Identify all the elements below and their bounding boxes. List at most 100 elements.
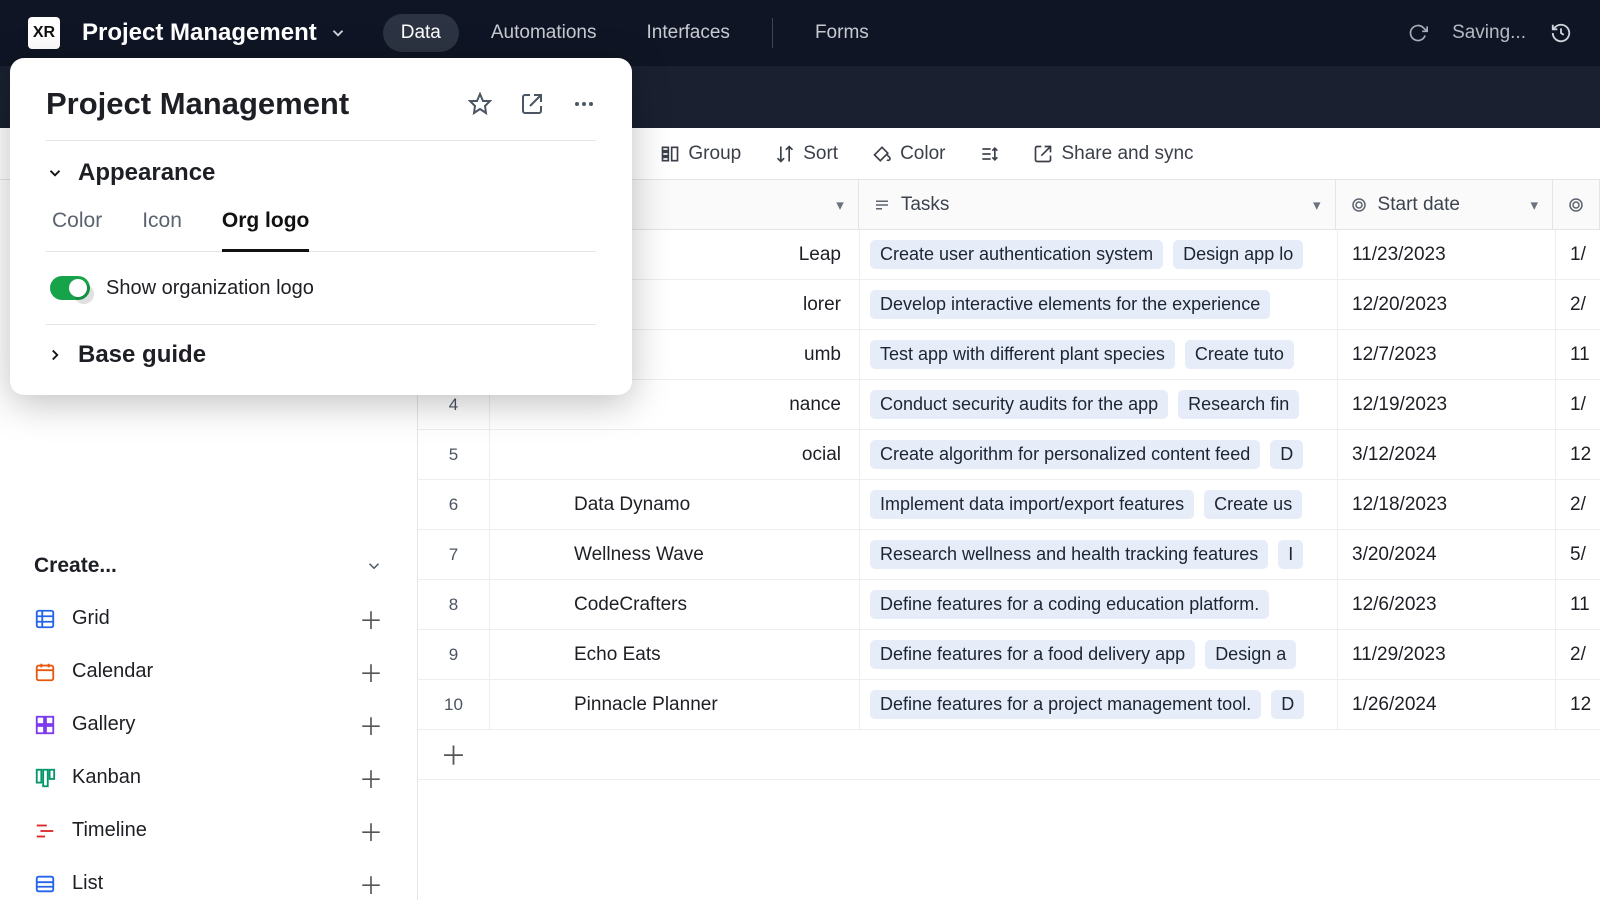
cell-tasks[interactable]: Develop interactive elements for the exp…: [860, 280, 1338, 329]
cell-startdate[interactable]: 12/20/2023: [1338, 280, 1556, 329]
open-external-icon[interactable]: [520, 92, 544, 116]
cell-next[interactable]: 12: [1556, 680, 1600, 729]
create-section-toggle[interactable]: Create...: [20, 540, 397, 592]
cell-startdate[interactable]: 12/7/2023: [1338, 330, 1556, 379]
cell-next[interactable]: 11: [1556, 330, 1600, 379]
tool-rowheight[interactable]: [979, 144, 999, 164]
nav-tab-data[interactable]: Data: [383, 14, 459, 52]
nav-tab-automations[interactable]: Automations: [473, 14, 615, 52]
plus-icon[interactable]: ＋: [359, 707, 383, 742]
cell-next[interactable]: 5/: [1556, 530, 1600, 579]
column-header-next[interactable]: [1553, 180, 1600, 229]
cell-tasks[interactable]: Create algorithm for personalized conten…: [860, 430, 1338, 479]
table-row[interactable]: 8 CodeCrafters Define features for a cod…: [418, 580, 1600, 630]
row-number: 8: [418, 580, 490, 629]
appearance-section-toggle[interactable]: Appearance: [46, 159, 596, 187]
cell-next[interactable]: 2/: [1556, 630, 1600, 679]
plus-icon[interactable]: ＋: [359, 760, 383, 795]
more-icon[interactable]: [572, 92, 596, 116]
task-tag[interactable]: Research fin: [1178, 390, 1299, 419]
create-timeline-item[interactable]: Timeline ＋: [20, 804, 397, 857]
task-tag[interactable]: Define features for a coding education p…: [870, 590, 1269, 619]
create-list-item[interactable]: List ＋: [20, 857, 397, 910]
task-tag[interactable]: Create us: [1204, 490, 1302, 519]
tool-share[interactable]: Share and sync: [1033, 143, 1193, 165]
show-org-logo-toggle[interactable]: [50, 276, 90, 300]
cell-tasks[interactable]: Define features for a coding education p…: [860, 580, 1338, 629]
cell-tasks[interactable]: Create user authentication system Design …: [860, 230, 1338, 279]
nav-tab-forms[interactable]: Forms: [797, 14, 887, 52]
create-calendar-item[interactable]: Calendar ＋: [20, 645, 397, 698]
base-guide-section-toggle[interactable]: Base guide: [46, 325, 596, 373]
cell-startdate[interactable]: 12/18/2023: [1338, 480, 1556, 529]
cell-next[interactable]: 12: [1556, 430, 1600, 479]
task-tag[interactable]: Create algorithm for personalized conten…: [870, 440, 1260, 469]
task-tag[interactable]: D: [1270, 440, 1303, 469]
cell-tasks[interactable]: Test app with different plant species Cre…: [860, 330, 1338, 379]
cell-startdate[interactable]: 11/23/2023: [1338, 230, 1556, 279]
task-tag[interactable]: Research wellness and health tracking fe…: [870, 540, 1268, 569]
plus-icon[interactable]: ＋: [359, 654, 383, 689]
table-row[interactable]: 10 Pinnacle Planner Define features for …: [418, 680, 1600, 730]
cell-next[interactable]: 11: [1556, 580, 1600, 629]
create-grid-item[interactable]: Grid ＋: [20, 592, 397, 645]
nav-tab-interfaces[interactable]: Interfaces: [629, 14, 748, 52]
create-gallery-item[interactable]: Gallery ＋: [20, 698, 397, 751]
tool-color[interactable]: Color: [872, 143, 945, 165]
cell-startdate[interactable]: 3/12/2024: [1338, 430, 1556, 479]
cell-project[interactable]: Wellness Wave: [490, 530, 860, 579]
cell-project[interactable]: ocial: [490, 430, 860, 479]
table-row[interactable]: 7 Wellness Wave Research wellness and he…: [418, 530, 1600, 580]
cell-tasks[interactable]: Conduct security audits for the app Resea…: [860, 380, 1338, 429]
cell-startdate[interactable]: 3/20/2024: [1338, 530, 1556, 579]
cell-startdate[interactable]: 12/6/2023: [1338, 580, 1556, 629]
cell-tasks[interactable]: Define features for a food delivery app D…: [860, 630, 1338, 679]
plus-icon[interactable]: ＋: [359, 866, 383, 901]
plus-icon[interactable]: ＋: [359, 813, 383, 848]
cell-next[interactable]: 1/: [1556, 380, 1600, 429]
task-tag[interactable]: Test app with different plant species: [870, 340, 1175, 369]
star-icon[interactable]: [468, 92, 492, 116]
appearance-tab-icon[interactable]: Icon: [142, 209, 182, 251]
cell-startdate[interactable]: 12/19/2023: [1338, 380, 1556, 429]
tool-group[interactable]: Group: [660, 143, 741, 165]
appearance-tab-color[interactable]: Color: [52, 209, 102, 251]
task-tag[interactable]: Create user authentication system: [870, 240, 1163, 269]
task-tag[interactable]: Conduct security audits for the app: [870, 390, 1168, 419]
cell-project[interactable]: Pinnacle Planner: [490, 680, 860, 729]
column-header-tasks[interactable]: Tasks ▾: [859, 180, 1336, 229]
cell-project[interactable]: CodeCrafters: [490, 580, 860, 629]
task-tag[interactable]: Create tuto: [1185, 340, 1294, 369]
history-icon[interactable]: [1550, 22, 1572, 44]
cell-startdate[interactable]: 1/26/2024: [1338, 680, 1556, 729]
task-tag[interactable]: Design app lo: [1173, 240, 1303, 269]
cell-tasks[interactable]: Implement data import/export features Cre…: [860, 480, 1338, 529]
task-tag[interactable]: Define features for a food delivery app: [870, 640, 1195, 669]
cell-project[interactable]: Echo Eats: [490, 630, 860, 679]
task-tag[interactable]: Implement data import/export features: [870, 490, 1194, 519]
cell-startdate[interactable]: 11/29/2023: [1338, 630, 1556, 679]
cell-tasks[interactable]: Define features for a project management…: [860, 680, 1338, 729]
rowheight-icon: [979, 144, 999, 164]
appearance-tab-orglogo[interactable]: Org logo: [222, 209, 310, 252]
plus-icon[interactable]: ＋: [359, 601, 383, 636]
table-row[interactable]: 5 ocial Create algorithm for personalize…: [418, 430, 1600, 480]
cell-next[interactable]: 2/: [1556, 480, 1600, 529]
task-tag[interactable]: I: [1278, 540, 1303, 569]
task-tag[interactable]: Design a: [1205, 640, 1296, 669]
task-tag[interactable]: D: [1271, 690, 1304, 719]
table-row[interactable]: 9 Echo Eats Define features for a food d…: [418, 630, 1600, 680]
add-row[interactable]: ＋: [418, 730, 1600, 780]
cell-next[interactable]: 1/: [1556, 230, 1600, 279]
org-logo[interactable]: XR: [28, 17, 60, 49]
cell-next[interactable]: 2/: [1556, 280, 1600, 329]
task-tag[interactable]: Develop interactive elements for the exp…: [870, 290, 1270, 319]
task-tag[interactable]: Define features for a project management…: [870, 690, 1261, 719]
table-row[interactable]: 6 Data Dynamo Implement data import/expo…: [418, 480, 1600, 530]
cell-tasks[interactable]: Research wellness and health tracking fe…: [860, 530, 1338, 579]
cell-project[interactable]: Data Dynamo: [490, 480, 860, 529]
create-kanban-item[interactable]: Kanban ＋: [20, 751, 397, 804]
tool-sort[interactable]: Sort: [775, 143, 838, 165]
column-header-startdate[interactable]: Start date ▾: [1336, 180, 1553, 229]
base-title-dropdown[interactable]: Project Management: [82, 19, 347, 47]
